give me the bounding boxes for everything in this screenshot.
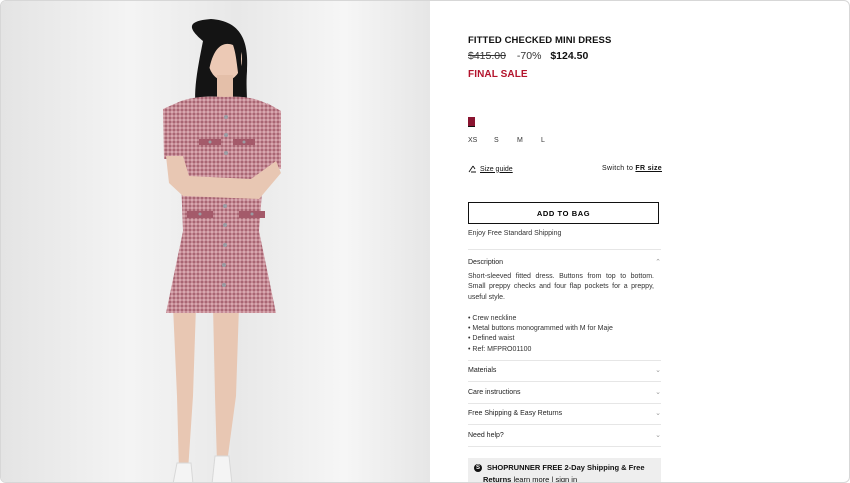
shoprunner-separator: | <box>551 475 554 483</box>
divider <box>468 424 661 425</box>
final-price: $124.50 <box>550 50 589 62</box>
model-image <box>1 1 430 482</box>
size-guide-link[interactable]: Size guide <box>468 165 513 173</box>
size-selector: XS S M L <box>468 137 561 144</box>
size-switch: Switch to FR size <box>602 165 662 172</box>
divider <box>468 403 661 404</box>
list-item: • Defined waist <box>468 335 515 343</box>
accordion-materials[interactable]: Materials ⌄ <box>468 366 661 375</box>
size-option-s[interactable]: S <box>494 137 517 144</box>
final-sale-label: FINAL SALE <box>468 69 528 80</box>
divider <box>468 381 661 382</box>
page-frame: FITTED CHECKED MINI DRESS $415.00 -70% $… <box>0 0 850 483</box>
size-guide-label: Size guide <box>480 165 513 173</box>
fr-size-link[interactable]: FR size <box>635 165 662 172</box>
list-item: • Metal buttons monogrammed with M for M… <box>468 325 613 333</box>
shipping-note: Enjoy Free Standard Shipping <box>468 230 562 237</box>
size-option-l[interactable]: L <box>541 137 561 144</box>
add-to-bag-button[interactable]: ADD TO BAG <box>468 202 659 224</box>
price-row: $415.00 -70% $124.50 <box>468 50 588 62</box>
shoprunner-learn-more-link[interactable]: learn more <box>513 475 549 482</box>
accordion-need-help[interactable]: Need help? ⌄ <box>468 431 661 440</box>
original-price: $415.00 <box>468 50 506 62</box>
product-photo[interactable] <box>1 1 430 482</box>
list-item: • Crew neckline <box>468 315 517 322</box>
divider <box>468 446 661 447</box>
chevron-down-icon: ⌄ <box>655 410 661 417</box>
ruler-icon <box>468 165 476 173</box>
accordion-description-label: Description <box>468 258 504 266</box>
accordion-shipping-label: Free Shipping & Easy Returns <box>468 409 563 417</box>
accordion-description[interactable]: Description ⌃ <box>468 258 661 267</box>
shoprunner-banner: S SHOPRUNNER FREE 2-Day Shipping & Free … <box>468 458 661 483</box>
chevron-down-icon: ⌄ <box>655 389 661 396</box>
divider <box>468 360 661 361</box>
chevron-up-icon: ⌃ <box>655 259 661 266</box>
size-option-m[interactable]: M <box>517 137 541 144</box>
list-item: • Ref: MFPRO01100 <box>468 345 532 353</box>
accordion-shipping-returns[interactable]: Free Shipping & Easy Returns ⌄ <box>468 409 661 418</box>
accordion-care-label: Care instructions <box>468 388 521 396</box>
description-text: Short-sleeved fitted dress. Buttons from… <box>468 273 654 301</box>
accordion-materials-label: Materials <box>468 366 497 374</box>
shoprunner-logo-icon: S <box>474 463 482 472</box>
accordion-care[interactable]: Care instructions ⌄ <box>468 388 661 397</box>
description-bullets: • Crew neckline • Metal buttons monogram… <box>468 314 613 355</box>
shoprunner-headline: SHOPRUNNER FREE 2-Day Shipping & Free <box>487 463 645 472</box>
chevron-down-icon: ⌄ <box>655 432 661 439</box>
accordion-help-label: Need help? <box>468 431 504 439</box>
divider <box>468 249 661 250</box>
shoprunner-sign-in-link[interactable]: sign in <box>555 475 577 482</box>
discount-badge: -70% <box>516 50 542 62</box>
size-switch-prefix: Switch to <box>602 165 634 172</box>
chevron-down-icon: ⌄ <box>655 367 661 374</box>
shoprunner-returns: Returns <box>483 475 512 483</box>
color-swatch-selected[interactable] <box>468 117 475 127</box>
size-option-xs[interactable]: XS <box>468 137 494 144</box>
product-title: FITTED CHECKED MINI DRESS <box>468 35 612 46</box>
